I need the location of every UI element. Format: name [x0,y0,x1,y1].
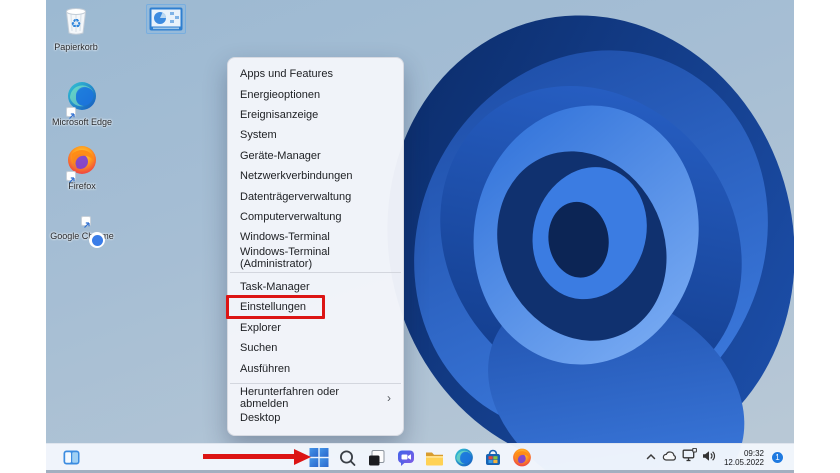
file-explorer-button[interactable] [425,448,445,468]
network-icon [682,447,697,462]
menu-item-label: Datenträgerverwaltung [240,190,352,203]
desktop-icon-edge[interactable]: Microsoft Edge [50,81,114,127]
menu-item-label: Apps und Features [240,68,333,81]
taskbar-center-icons [309,444,532,471]
tray-date: 12.05.2022 [723,457,764,467]
submenu-chevron-icon: › [387,391,391,406]
desktop-icon-label: Firefox [68,181,96,191]
desktop-icon-firefox[interactable]: Firefox [50,145,114,191]
menu-item-label: Suchen [240,342,278,355]
menu-item-label: Explorer [240,321,281,334]
desktop-icon-chrome[interactable]: Google Chrome [50,212,114,241]
firefox-icon [66,145,97,183]
menu-item-computerverwaltung[interactable]: Computerverwaltung [228,207,403,227]
menu-item-task-manager[interactable]: Task-Manager [228,277,403,297]
desktop-icon-screenshot-app[interactable] [146,4,186,34]
chat-icon [397,450,414,466]
tray-network-button[interactable] [682,447,697,467]
menu-item-explorer[interactable]: Explorer [228,318,403,338]
menu-item-label: Ausführen [240,362,291,375]
shortcut-arrow-icon [66,171,76,183]
firefox-taskbar-button[interactable] [512,448,532,468]
task-view-icon [369,449,385,465]
menu-item-datenträgerverwaltung[interactable]: Datenträgerverwaltung [228,186,403,206]
edge-taskbar-button[interactable] [454,448,474,468]
edge-icon [66,81,97,119]
menu-item-suchen[interactable]: Suchen [228,338,403,358]
wallpaper-bloom [387,15,794,473]
store-button[interactable] [483,448,503,468]
task-view-button[interactable] [367,448,387,468]
menu-item-label: System [240,129,277,142]
start-button[interactable] [309,448,329,468]
tray-clock[interactable]: 09:32 12.05.2022 [724,449,764,467]
tray-chevron-up-button[interactable] [645,449,657,467]
menu-item-label: Geräte-Manager [240,149,321,162]
volume-icon [702,450,715,461]
menu-separator [230,382,401,384]
recycle-bin-icon: ♻ [61,4,91,41]
desktop: ♻ Papierkorb Microsoft Edge Firefox Goog… [46,0,794,473]
menu-item-label: Einstellungen [240,301,307,314]
file-explorer-icon [426,452,443,465]
taskbar: 09:32 12.05.2022 1 [46,443,794,470]
store-icon [485,449,500,465]
menu-item-herunterfahren-oder-abmelden[interactable]: Herunterfahren oder abmelden › [228,386,403,411]
tray-volume-button[interactable] [702,449,716,467]
menu-separator [230,271,401,273]
context-menu: Apps und Features Energieoptionen Ereign… [226,57,404,436]
chat-button[interactable] [396,448,416,468]
menu-item-label: Computerverwaltung [240,210,342,223]
menu-item-label: Ereignisanzeige [240,108,319,121]
widgets-icon [63,450,80,465]
pie-chart-window-icon [149,7,183,31]
menu-item-energieoptionen[interactable]: Energieoptionen [228,84,403,104]
menu-item-desktop[interactable]: Desktop [228,408,403,428]
search-icon [340,450,356,466]
menu-item-ereignisanzeige[interactable]: Ereignisanzeige [228,105,403,125]
menu-item-label: Task-Manager [240,281,310,294]
desktop-icon-label: Microsoft Edge [51,117,113,127]
notification-badge[interactable]: 1 [771,451,784,464]
shortcut-arrow-icon [81,216,91,228]
desktop-icon-recycle-bin[interactable]: ♻ Papierkorb [46,4,108,52]
firefox-icon [512,448,531,467]
start-icon [309,448,328,467]
tray-time: 09:32 [743,448,764,458]
onedrive-cloud-icon [662,450,676,461]
svg-text:♻: ♻ [71,17,82,31]
desktop-icon-label: Papierkorb [54,42,98,52]
menu-item-label: Windows-Terminal [240,231,330,244]
menu-item-label: Windows-Terminal (Administrator) [240,245,330,270]
tray-onedrive-button[interactable] [662,449,677,467]
widgets-button[interactable] [62,448,81,467]
menu-item-windows-terminal[interactable]: Windows-Terminal [228,227,403,247]
menu-item-netzwerkverbindungen[interactable]: Netzwerkverbindungen [228,166,403,186]
system-tray: 09:32 12.05.2022 1 [645,444,784,471]
menu-item-geräte-manager[interactable]: Geräte-Manager [228,146,403,166]
menu-item-ausführen[interactable]: Ausführen [228,358,403,378]
menu-item-apps-und-features[interactable]: Apps und Features [228,64,403,84]
menu-item-system[interactable]: System [228,125,403,145]
menu-item-label: Desktop [240,412,281,425]
menu-item-label: Netzwerkverbindungen [240,170,353,183]
search-button[interactable] [338,448,358,468]
menu-item-label: Herunterfahren oder abmelden [240,386,340,411]
chevron-up-icon [646,453,656,459]
screenshot-canvas: ♻ Papierkorb Microsoft Edge Firefox Goog… [0,0,840,473]
edge-icon [454,448,473,467]
menu-item-windows-terminal-administrator-[interactable]: Windows-Terminal (Administrator) [228,245,403,270]
menu-item-label: Energieoptionen [240,88,321,101]
shortcut-arrow-icon [66,107,76,119]
menu-item-einstellungen[interactable]: Einstellungen [226,294,403,319]
